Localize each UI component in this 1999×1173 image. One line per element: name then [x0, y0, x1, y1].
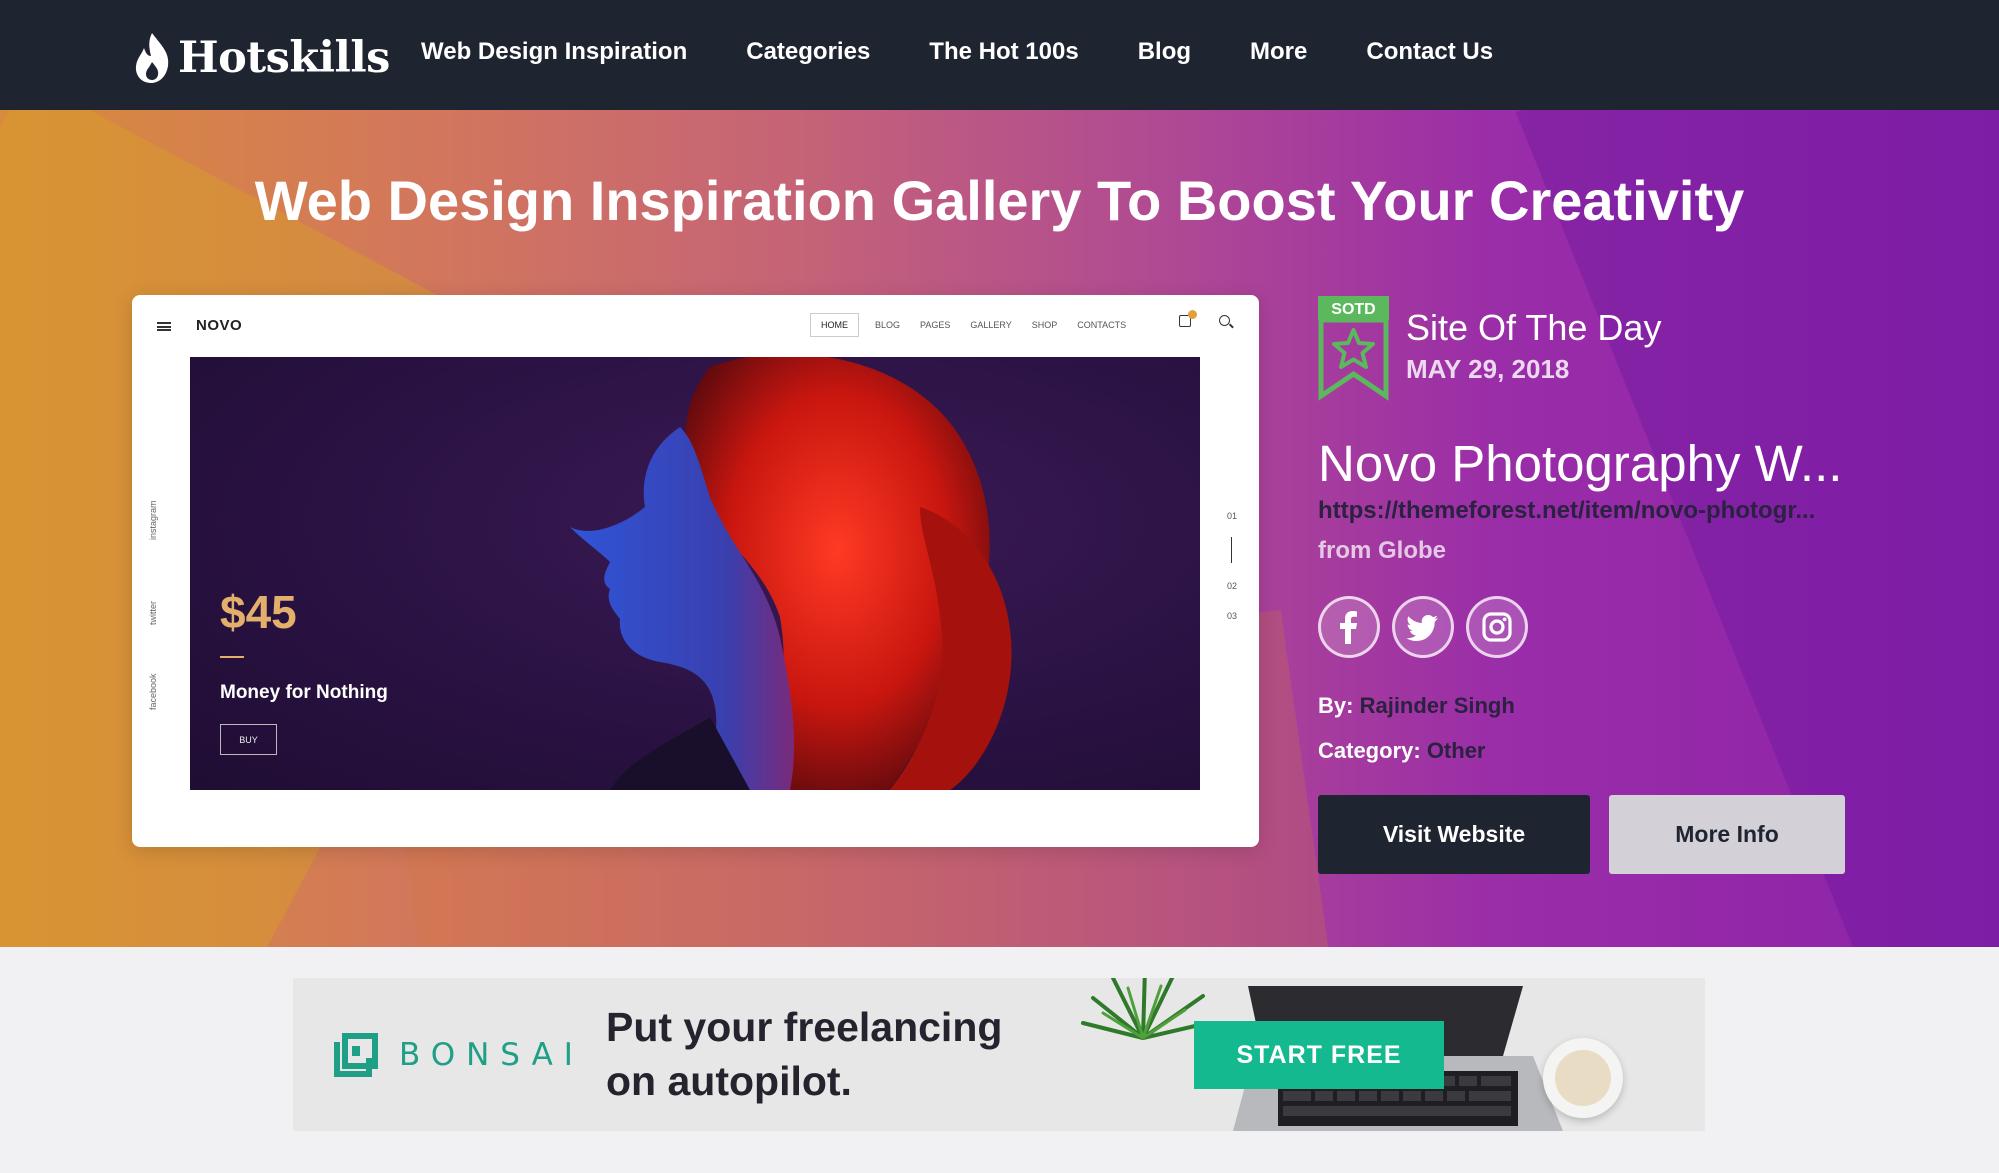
preview-side-link: twitter [148, 600, 158, 625]
hamburger-icon [157, 322, 171, 331]
preview-nav-item: BLOG [875, 320, 901, 330]
social-share [1318, 596, 1540, 658]
top-navbar: Hotskills Web Design Inspiration Categor… [0, 0, 1999, 110]
pager-line [1231, 537, 1232, 563]
sotd-date: MAY 29, 2018 [1406, 354, 1570, 384]
facebook-share-button[interactable] [1318, 596, 1380, 658]
site-preview[interactable]: NOVO HOME BLOG PAGES GALLERY SHOP CONTAC… [132, 295, 1259, 847]
start-free-button[interactable]: START FREE [1194, 1021, 1444, 1089]
star-ribbon-icon: SOTD [1318, 296, 1389, 401]
ad-headline-line: on autopilot. [606, 1058, 852, 1104]
logo[interactable]: Hotskills [132, 30, 390, 86]
site-from: from Globe [1318, 537, 1447, 564]
facebook-icon [1340, 611, 1357, 644]
preview-nav-item: SHOP [1031, 320, 1058, 330]
site-url-link[interactable]: https://themeforest.net/item/novo-photog… [1318, 497, 1858, 525]
twitter-icon [1406, 615, 1438, 641]
author-label: By: [1318, 693, 1354, 718]
search-icon [1219, 315, 1230, 326]
nav-more[interactable]: More [1250, 38, 1307, 66]
sotd-title: Site Of The Day [1406, 307, 1662, 348]
ad-brand: BONSAI [399, 1037, 584, 1073]
plant-image [1081, 978, 1210, 1040]
sotd-badge: SOTD [1318, 296, 1389, 401]
nav-contact-us[interactable]: Contact Us [1366, 38, 1493, 66]
pager-number: 01 [1227, 511, 1238, 521]
preview-brand: NOVO [196, 317, 243, 334]
category-label: Category: [1318, 738, 1421, 763]
instagram-icon [1482, 612, 1512, 642]
nav-blog[interactable]: Blog [1138, 38, 1191, 66]
flame-icon [135, 33, 169, 83]
instagram-share-button[interactable] [1466, 596, 1528, 658]
sotd-badge-label: SOTD [1331, 301, 1375, 318]
bonsai-ad-banner[interactable]: BONSAI Put your freelancing on autopilot… [293, 978, 1705, 1131]
logo-text: Hotskills [178, 33, 390, 83]
preview-nav-item: CONTACTS [1077, 320, 1127, 330]
preview-buy-button: BUY [220, 724, 277, 755]
preview-hero-photo: $45 Money for Nothing BUY [190, 357, 1200, 790]
category-link[interactable]: Other [1427, 738, 1486, 763]
author-link[interactable]: Rajinder Singh [1360, 693, 1515, 718]
page-title: Web Design Inspiration Gallery To Boost … [254, 169, 1745, 232]
preview-nav: HOME BLOG PAGES GALLERY SHOP CONTACTS [810, 313, 1146, 337]
pager-number: 02 [1227, 581, 1238, 591]
preview-caption: Money for Nothing [220, 682, 388, 703]
preview-side-link: instagram [148, 500, 158, 540]
nav-web-design-inspiration[interactable]: Web Design Inspiration [421, 38, 687, 66]
preview-nav-item: GALLERY [970, 320, 1012, 330]
cart-badge [1188, 310, 1197, 319]
site-name: Novo Photography W... [1318, 435, 1843, 492]
pager-number: 03 [1227, 611, 1238, 621]
preview-price: $45 [220, 586, 297, 638]
coffee-cup-image [1543, 1038, 1623, 1118]
woman-profile-image [570, 357, 1012, 790]
more-info-button[interactable]: More Info [1609, 795, 1845, 874]
visit-website-button[interactable]: Visit Website [1318, 795, 1590, 874]
category-row: Category: Other [1318, 738, 1486, 764]
ad-headline-line: Put your freelancing [606, 1004, 1003, 1050]
nav-hot-100s[interactable]: The Hot 100s [929, 38, 1078, 66]
preview-social-sidebar: instagram twitter facebook [136, 445, 168, 710]
preview-divider [220, 656, 244, 658]
nav-categories[interactable]: Categories [746, 38, 870, 66]
twitter-share-button[interactable] [1392, 596, 1454, 658]
preview-nav-item: HOME [810, 313, 859, 337]
main-menu: Web Design Inspiration Categories The Ho… [421, 38, 1552, 66]
bonsai-logo-icon [334, 1033, 378, 1077]
preview-nav-item: PAGES [920, 320, 951, 330]
preview-pager: 01 02 03 [1227, 511, 1247, 631]
ad-headline: Put your freelancing on autopilot. [606, 1000, 1106, 1108]
preview-side-link: facebook [148, 673, 158, 710]
author-row: By: Rajinder Singh [1318, 693, 1515, 719]
